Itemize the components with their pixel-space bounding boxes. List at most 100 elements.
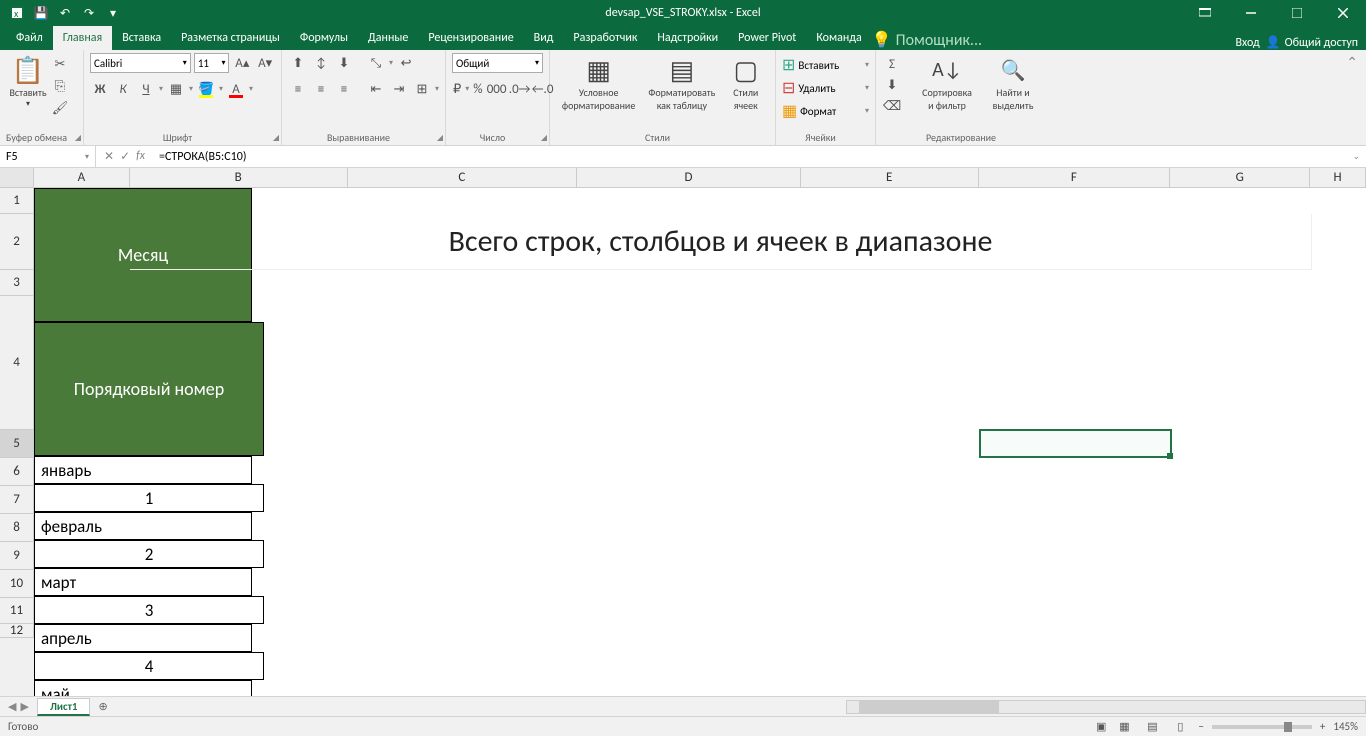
fill-color-icon[interactable]: 🪣 xyxy=(196,79,216,99)
table1-cell[interactable]: 1 xyxy=(34,484,264,512)
column-header[interactable]: D xyxy=(577,168,801,187)
row-header[interactable]: 1 xyxy=(0,188,34,214)
conditional-formatting-button[interactable]: ▦Условное форматирование xyxy=(556,52,641,114)
expand-formula-bar-icon[interactable]: ⌄ xyxy=(1346,151,1366,162)
sort-filter-button[interactable]: A↓Сортировка и фильтр xyxy=(914,52,980,116)
row-header[interactable]: 6 xyxy=(0,458,34,486)
number-expand-icon[interactable]: ◢ xyxy=(541,133,547,143)
merge-icon[interactable]: ⊞ xyxy=(412,79,432,99)
select-all-corner[interactable] xyxy=(0,168,34,187)
clipboard-expand-icon[interactable]: ◢ xyxy=(75,133,81,143)
find-select-button[interactable]: 🔍Найти и выделить xyxy=(980,52,1046,116)
chevron-down-icon[interactable]: ▾ xyxy=(85,152,89,162)
add-sheet-icon[interactable]: ⊕ xyxy=(90,700,115,713)
tab-pagelayout[interactable]: Разметка страницы xyxy=(171,26,290,50)
italic-icon[interactable]: К xyxy=(113,79,133,99)
column-header[interactable]: C xyxy=(348,168,578,187)
page-break-view-icon[interactable]: ▯ xyxy=(1170,719,1190,735)
qat-customize-icon[interactable]: ▾ xyxy=(102,2,124,24)
zoom-slider[interactable] xyxy=(1212,725,1312,729)
zoom-in-icon[interactable]: + xyxy=(1320,720,1325,733)
normal-view-icon[interactable]: ▦ xyxy=(1114,719,1134,735)
formula-bar[interactable]: =СТРОКА(B5:C10) xyxy=(153,150,1346,164)
format-painter-icon[interactable]: 🖌 xyxy=(50,98,70,118)
tab-view[interactable]: Вид xyxy=(524,26,564,50)
column-header[interactable]: B xyxy=(130,168,348,187)
table1-cell[interactable]: май xyxy=(34,680,252,696)
row-header[interactable]: 4 xyxy=(0,296,34,430)
row-header[interactable]: 8 xyxy=(0,514,34,542)
format-as-table-button[interactable]: ▤Форматировать как таблицу xyxy=(641,52,722,114)
tab-developer[interactable]: Разработчик xyxy=(563,26,647,50)
page-layout-view-icon[interactable]: ▤ xyxy=(1142,719,1162,735)
share-button[interactable]: 👤Общий доступ xyxy=(1266,35,1358,50)
name-box[interactable]: F5▾ xyxy=(0,146,96,167)
fill-icon[interactable]: ⬇ xyxy=(882,75,902,95)
sheet-tab[interactable]: Лист1 xyxy=(37,698,91,716)
align-bottom-icon[interactable]: ⬇ xyxy=(334,53,354,73)
maximize-icon[interactable] xyxy=(1274,0,1320,26)
row-header[interactable]: 3 xyxy=(0,270,34,296)
decrease-font-icon[interactable]: A▾ xyxy=(255,53,275,73)
insert-cells-button[interactable]: ⊞Вставить▾ xyxy=(782,54,869,76)
clear-icon[interactable]: ⌫ xyxy=(882,96,902,116)
percent-icon[interactable]: % xyxy=(472,79,483,99)
sign-in-link[interactable]: Вход xyxy=(1235,36,1259,50)
row-header[interactable]: 5 xyxy=(0,430,34,458)
table1-cell[interactable]: 3 xyxy=(34,596,264,624)
font-expand-icon[interactable]: ◢ xyxy=(273,133,279,143)
horizontal-scrollbar[interactable] xyxy=(846,700,1366,714)
tab-review[interactable]: Рецензирование xyxy=(418,26,523,50)
cell-styles-button[interactable]: ▢Стили ячеек xyxy=(723,52,769,114)
alignment-expand-icon[interactable]: ◢ xyxy=(437,133,443,143)
column-header[interactable]: A xyxy=(34,168,130,187)
align-top-icon[interactable]: ⬆ xyxy=(288,53,308,73)
delete-cells-button[interactable]: ⊟Удалить▾ xyxy=(782,77,869,99)
next-sheet-icon[interactable]: ▶ xyxy=(20,700,28,713)
tab-insert[interactable]: Вставка xyxy=(112,26,171,50)
font-name-combo[interactable]: Calibri▾ xyxy=(90,53,191,73)
tab-data[interactable]: Данные xyxy=(358,26,418,50)
increase-decimal-icon[interactable]: .0→ xyxy=(510,79,530,99)
cut-icon[interactable]: ✂ xyxy=(50,54,70,74)
save-icon[interactable]: 💾 xyxy=(30,2,52,24)
row-header[interactable]: 11 xyxy=(0,598,34,624)
underline-icon[interactable]: Ч xyxy=(136,79,156,99)
format-cells-button[interactable]: ▦Формат▾ xyxy=(782,100,869,122)
macro-record-icon[interactable]: ▣ xyxy=(1096,720,1106,733)
row-header[interactable]: 2 xyxy=(0,214,34,270)
paste-button[interactable]: 📋Вставить▾ xyxy=(6,52,50,118)
orientation-icon[interactable]: ⤡ xyxy=(366,53,386,73)
enter-formula-icon[interactable]: ✓ xyxy=(120,149,130,164)
bold-icon[interactable]: Ж xyxy=(90,79,110,99)
align-center-icon[interactable]: ≡ xyxy=(311,79,331,99)
row-header[interactable]: 9 xyxy=(0,542,34,570)
border-icon[interactable]: ▦ xyxy=(166,79,186,99)
fx-icon[interactable]: fx xyxy=(136,149,145,164)
comma-icon[interactable]: 000 xyxy=(487,79,507,99)
tab-addins[interactable]: Надстройки xyxy=(647,26,728,50)
number-format-combo[interactable]: Общий▾ xyxy=(452,53,543,73)
table1-cell[interactable]: 2 xyxy=(34,540,264,568)
column-header[interactable]: F xyxy=(979,168,1171,187)
redo-icon[interactable]: ↷ xyxy=(78,2,100,24)
column-header[interactable]: E xyxy=(801,168,979,187)
font-color-icon[interactable]: A xyxy=(226,79,246,99)
currency-icon[interactable]: ₽ xyxy=(452,79,462,99)
prev-sheet-icon[interactable]: ◀ xyxy=(8,700,16,713)
align-middle-icon[interactable]: ↕ xyxy=(311,53,331,73)
cancel-formula-icon[interactable]: ✕ xyxy=(104,149,114,164)
tab-team[interactable]: Команда xyxy=(806,26,871,50)
autosum-icon[interactable]: Σ xyxy=(882,54,902,74)
close-icon[interactable] xyxy=(1320,0,1366,26)
zoom-out-icon[interactable]: − xyxy=(1198,720,1203,733)
align-left-icon[interactable]: ≡ xyxy=(288,79,308,99)
wrap-text-icon[interactable]: ↩ xyxy=(396,53,416,73)
sheet-area[interactable]: ABCDEFGH 123456789101112 Всего строк, ст… xyxy=(0,168,1366,696)
row-header[interactable]: 7 xyxy=(0,486,34,514)
font-size-combo[interactable]: 11▾ xyxy=(194,53,230,73)
column-header[interactable]: H xyxy=(1310,168,1366,187)
table1-cell[interactable]: февраль xyxy=(34,512,252,540)
table1-cell[interactable]: январь xyxy=(34,456,252,484)
undo-icon[interactable]: ↶ xyxy=(54,2,76,24)
